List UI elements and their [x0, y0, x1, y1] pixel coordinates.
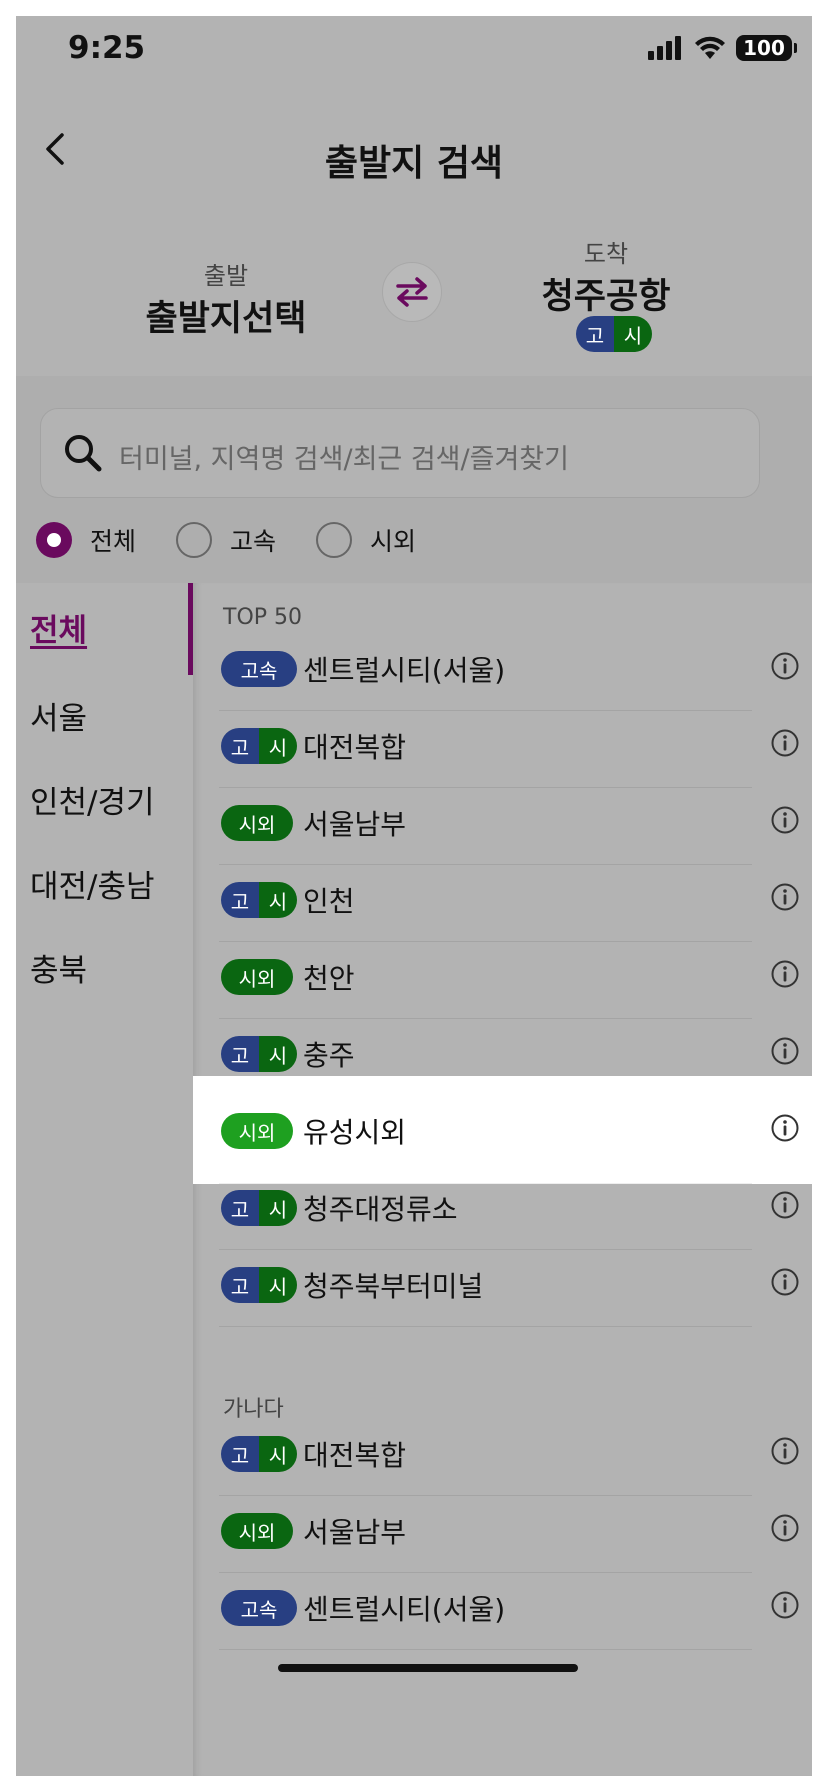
terminal-name: 센트럴시티(서울) — [303, 1593, 506, 1626]
category-chungbuk[interactable]: 충북 — [30, 945, 87, 990]
swap-button[interactable] — [382, 262, 442, 322]
terminal-row[interactable]: 고 시 대전복합 — [193, 1410, 812, 1496]
info-icon[interactable] — [770, 959, 800, 989]
express-intercity-badge: 고시 — [221, 882, 297, 918]
terminal-row[interactable]: 시외 서울남부 — [193, 779, 812, 865]
intercity-badge: 시외 — [221, 959, 293, 995]
region-category-list: 전체 서울 인천/경기 대전/충남 충북 — [16, 583, 193, 1776]
info-icon[interactable] — [770, 1190, 800, 1220]
info-icon[interactable] — [770, 1036, 800, 1066]
terminal-row[interactable]: 고속 센트럴시티(서울) — [193, 1564, 812, 1650]
radio-unselected-icon — [176, 522, 213, 558]
radio-unselected-icon — [316, 522, 353, 558]
info-icon[interactable] — [770, 728, 800, 758]
row-divider — [219, 1325, 752, 1327]
arrival-label: 도착 — [583, 240, 629, 268]
swap-arrows-icon — [396, 277, 428, 307]
info-icon[interactable] — [770, 805, 800, 835]
status-time: 9:25 — [68, 30, 146, 66]
info-icon[interactable] — [770, 1267, 800, 1297]
info-icon[interactable] — [770, 1436, 800, 1466]
status-icons: 100 — [648, 34, 797, 62]
filter-express[interactable]: 고속 — [176, 522, 276, 558]
terminal-row[interactable]: 시외 서울남부 — [193, 1487, 812, 1573]
terminal-row[interactable]: 고 시 청주대정류소 — [193, 1164, 812, 1250]
express-badge: 고속 — [221, 1590, 297, 1626]
wifi-icon — [695, 36, 725, 59]
battery-icon: 100 — [736, 35, 797, 61]
departure-label: 출발 — [203, 262, 249, 290]
filter-radio-group: 전체 고속 시외 — [36, 518, 456, 562]
terminal-name: 청주대정류소 — [303, 1193, 458, 1226]
header: 출발지 검색 — [16, 106, 812, 196]
category-all[interactable]: 전체 — [30, 605, 87, 650]
filter-intercity[interactable]: 시외 — [316, 522, 416, 558]
category-incheon-gyeonggi[interactable]: 인천/경기 — [30, 777, 155, 822]
page-title: 출발지 검색 — [324, 143, 504, 184]
radio-selected-icon — [36, 522, 72, 558]
terminal-name: 청주북부터미널 — [303, 1270, 484, 1303]
terminal-name: 충주 — [303, 1039, 355, 1072]
info-icon[interactable] — [770, 1513, 800, 1543]
terminal-row[interactable]: 고속 센트럴시티(서울) — [193, 625, 812, 711]
search-section: 터미널, 지역명 검색/최근 검색/즐겨찾기 전체 고속 시외 — [16, 376, 812, 583]
info-icon[interactable] — [770, 1113, 800, 1143]
route-selector: 출발 출발지선택 도착 청주공항 고 시 — [16, 216, 812, 376]
signal-icon — [648, 36, 681, 60]
category-seoul[interactable]: 서울 — [30, 693, 87, 738]
status-bar: 9:25 100 — [16, 16, 812, 86]
departure-select[interactable]: 출발지선택 — [86, 290, 366, 341]
info-icon[interactable] — [770, 1590, 800, 1620]
terminal-row[interactable]: 고 시 대전복합 — [193, 702, 812, 788]
express-badge: 고속 — [221, 651, 297, 687]
info-icon[interactable] — [770, 882, 800, 912]
intercity-badge: 시외 — [221, 1513, 293, 1549]
info-icon[interactable] — [770, 651, 800, 681]
express-intercity-badge: 고시 — [221, 728, 297, 764]
terminal-name: 서울남부 — [303, 1516, 407, 1549]
phone-screen: 9:25 100 출발지 검색 출발 출발지선택 도착 청주공항 고 시 터미널… — [16, 16, 812, 1776]
terminal-row[interactable]: 고 시 인천 — [193, 856, 812, 942]
terminal-name: 대전복합 — [303, 1439, 407, 1472]
arrival-type-badge: 고 시 — [576, 316, 652, 352]
intercity-badge: 시외 — [221, 1113, 293, 1149]
row-divider — [219, 1648, 752, 1650]
express-intercity-badge: 고시 — [221, 1267, 297, 1303]
terminal-name: 대전복합 — [303, 731, 407, 764]
search-placeholder: 터미널, 지역명 검색/최근 검색/즐겨찾기 — [119, 444, 569, 475]
terminal-name: 인천 — [303, 885, 355, 918]
home-indicator — [278, 1664, 578, 1672]
category-daejeon-chungnam[interactable]: 대전/충남 — [30, 861, 155, 906]
search-input[interactable]: 터미널, 지역명 검색/최근 검색/즐겨찾기 — [40, 408, 760, 498]
search-icon — [65, 435, 102, 472]
terminal-name: 유성시외 — [303, 1116, 407, 1149]
terminal-name: 센트럴시티(서울) — [303, 654, 506, 687]
express-intercity-badge: 고시 — [221, 1436, 297, 1472]
terminal-list[interactable]: TOP 50 고속 센트럴시티(서울) 고 시 대전복합 시외 서울남부 고 시 인천 시외 천안 고 시 충… — [193, 583, 812, 1776]
filter-all[interactable]: 전체 — [36, 522, 136, 558]
express-intercity-badge: 고시 — [221, 1190, 297, 1226]
terminal-row[interactable]: 고 시 청주북부터미널 — [193, 1241, 812, 1327]
terminal-name: 천안 — [303, 962, 355, 995]
arrival-select[interactable]: 청주공항 — [486, 268, 726, 319]
intercity-badge: 시외 — [221, 805, 293, 841]
terminal-row[interactable]: 시외 천안 — [193, 933, 812, 1019]
terminal-name: 서울남부 — [303, 808, 407, 841]
express-intercity-badge: 고시 — [221, 1036, 297, 1072]
